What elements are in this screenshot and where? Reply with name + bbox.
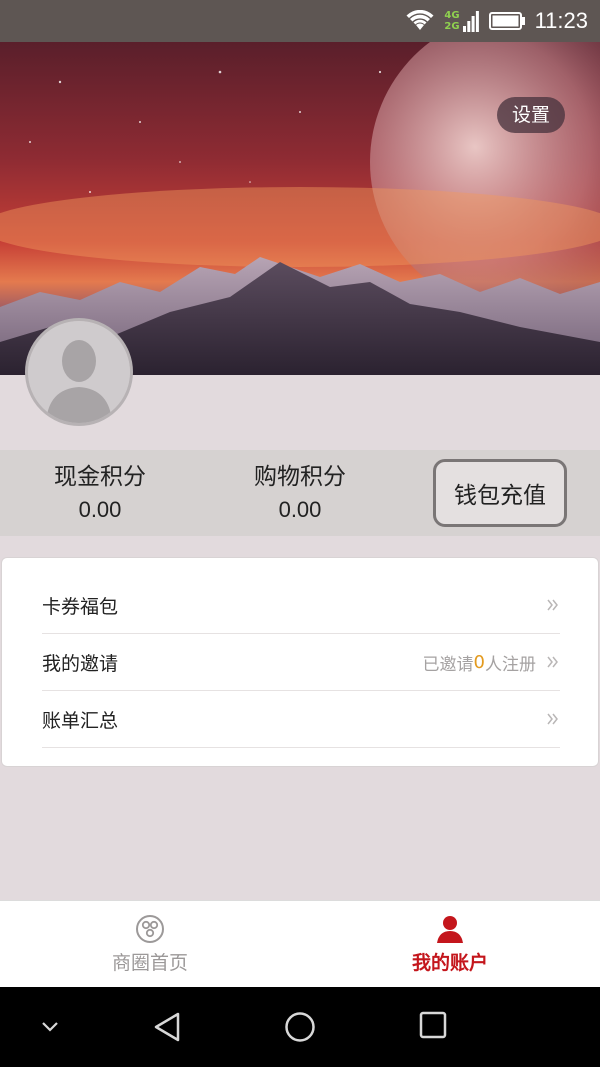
signal-indicator: 4G 2G <box>444 10 479 32</box>
signal-icon <box>462 11 479 32</box>
shopping-points: 购物积分 0.00 <box>200 462 400 526</box>
invite-info-suffix: 人注册 <box>485 654 536 675</box>
back-icon[interactable] <box>152 1011 182 1043</box>
tab-label: 我的账户 <box>411 952 488 974</box>
tab-label: 商圈首页 <box>111 952 188 974</box>
cash-points-value: 0.00 <box>78 497 122 522</box>
network-type-top: 4G <box>444 10 460 21</box>
double-chevron-right-icon <box>547 656 558 668</box>
shopping-points-value: 0.00 <box>278 497 322 522</box>
network-type-bottom: 2G <box>444 21 460 32</box>
status-time: 11:23 <box>534 8 588 33</box>
bottom-tab-bar: 商圈首页 我的账户 <box>0 900 600 987</box>
menu-item-bill-summary[interactable]: 账单汇总 <box>42 691 560 748</box>
chevron-down-icon[interactable] <box>40 1021 60 1033</box>
menu-list: 卡券福包 我的邀请 已邀请 0 人注册 账单汇总 <box>1 557 599 767</box>
wallet-recharge-button[interactable]: 钱包充值 <box>433 459 567 527</box>
shopping-circle-icon <box>136 915 164 943</box>
shopping-points-label: 购物积分 <box>254 464 346 490</box>
menu-item-invitations[interactable]: 我的邀请 已邀请 0 人注册 <box>42 634 560 691</box>
screen: 4G 2G 11:23 设置 现金积分 0.00 购物积分 0.00 钱包充值 … <box>0 0 600 1067</box>
menu-item-label: 卡券福包 <box>42 595 119 618</box>
tab-my-account[interactable]: 我的账户 <box>300 901 600 988</box>
menu-item-label: 我的邀请 <box>42 652 119 675</box>
tab-business-home[interactable]: 商圈首页 <box>0 901 300 988</box>
system-nav-bar <box>0 987 600 1067</box>
default-avatar-icon <box>28 321 130 423</box>
cash-points-label: 现金积分 <box>54 464 146 490</box>
cash-points: 现金积分 0.00 <box>0 462 200 526</box>
double-chevron-right-icon <box>547 599 558 611</box>
menu-item-label: 账单汇总 <box>42 709 119 732</box>
settings-button[interactable]: 设置 <box>496 97 565 133</box>
home-icon[interactable] <box>284 1011 316 1043</box>
recent-apps-icon[interactable] <box>419 1011 447 1039</box>
avatar[interactable] <box>25 318 133 426</box>
status-bar: 4G 2G 11:23 <box>0 0 600 42</box>
user-icon <box>437 916 463 943</box>
points-summary: 现金积分 0.00 购物积分 0.00 钱包充值 <box>0 450 600 536</box>
wifi-icon <box>406 10 434 30</box>
battery-icon <box>488 12 525 30</box>
menu-item-coupons[interactable]: 卡券福包 <box>42 577 560 634</box>
invite-info-prefix: 已邀请 <box>422 654 474 675</box>
double-chevron-right-icon <box>547 713 558 725</box>
invite-count: 0 <box>473 651 485 673</box>
